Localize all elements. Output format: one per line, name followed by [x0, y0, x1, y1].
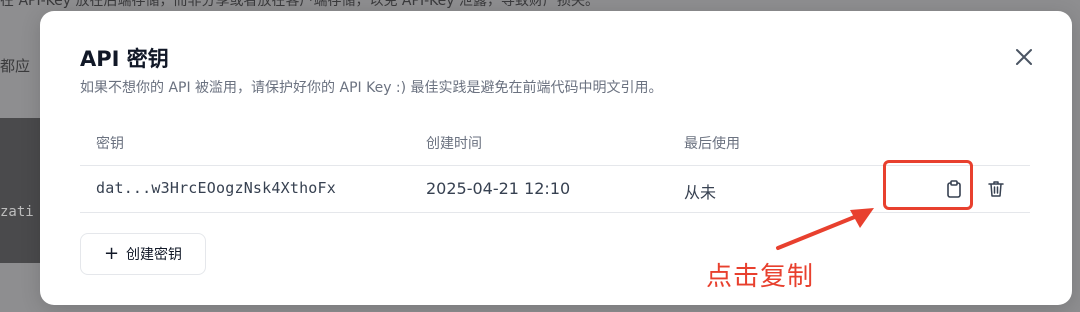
trash-icon	[988, 181, 1004, 197]
plus-icon: +	[103, 243, 120, 264]
create-key-button[interactable]: + 创建密钥	[80, 233, 206, 275]
annotation-label: 点击复制	[706, 262, 815, 292]
table-header: 密钥 创建时间 最后使用	[80, 119, 1030, 166]
last-used: 从未	[684, 183, 717, 202]
api-key-value: dat...w3HrcEOogzNsk4XthoFx	[96, 179, 336, 197]
dialog-subtitle: 如果不想你的 API 被滥用，请保护好你的 API Key :) 最佳实践是避免…	[80, 80, 663, 96]
background-side-text: 都应	[0, 57, 31, 75]
create-key-label: 创建密钥	[126, 247, 183, 263]
header-key: 密钥	[96, 136, 124, 152]
copy-highlight-box	[883, 160, 973, 210]
close-icon	[1016, 49, 1032, 65]
background-dark-panel: zati	[0, 118, 40, 263]
header-last-used: 最后使用	[684, 136, 740, 152]
dialog-title: API 密钥	[80, 47, 169, 71]
delete-button[interactable]	[986, 179, 1006, 199]
annotation-arrow	[776, 208, 874, 250]
header-created: 创建时间	[426, 136, 482, 152]
close-button[interactable]	[1012, 45, 1036, 69]
api-keys-dialog: API 密钥 如果不想你的 API 被滥用，请保护好你的 API Key :) …	[40, 11, 1072, 305]
created-time: 2025-04-21 12:10	[426, 179, 571, 198]
background-dark-text: zati	[0, 204, 34, 220]
